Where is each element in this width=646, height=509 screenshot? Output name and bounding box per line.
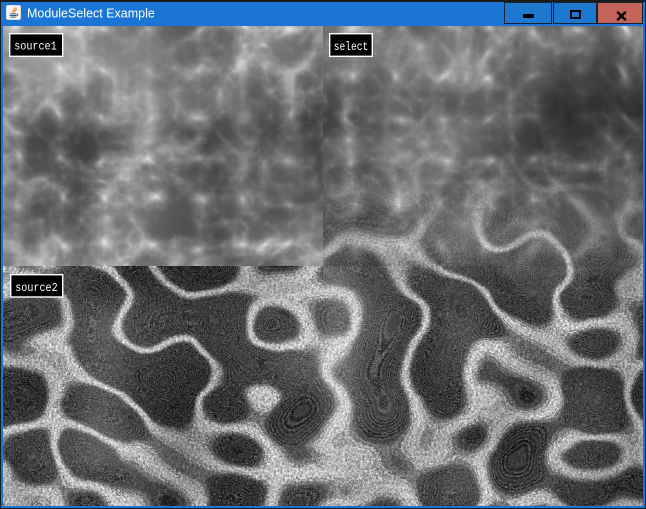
svg-text:source1: source1 (14, 40, 57, 54)
svg-text:ModuleSelect Example: ModuleSelect Example (27, 7, 155, 21)
svg-text:source2: source2 (15, 281, 58, 295)
svg-text:select: select (334, 40, 369, 54)
